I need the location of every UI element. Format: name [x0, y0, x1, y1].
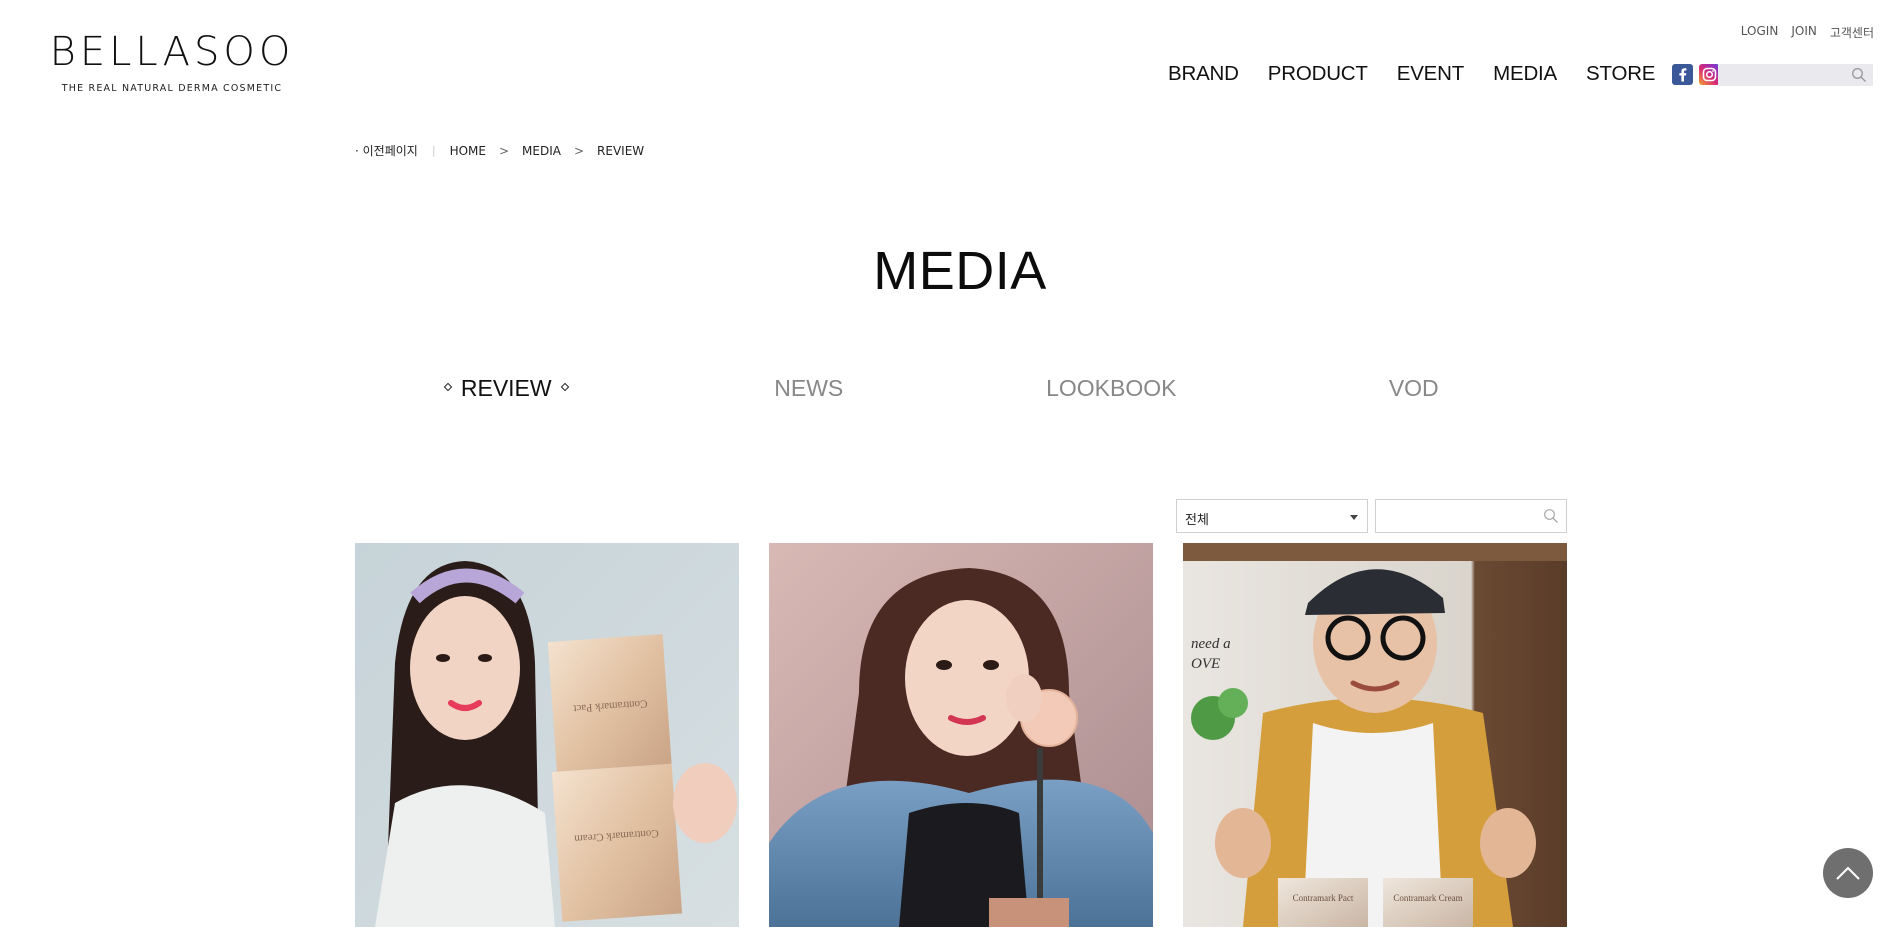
breadcrumb-separator: > [498, 143, 510, 158]
media-tabs: REVIEW NEWS LOOKBOOK VOD [355, 375, 1565, 402]
nav-product[interactable]: PRODUCT [1268, 62, 1368, 86]
breadcrumb-home[interactable]: HOME [450, 144, 486, 158]
wall-text: need a [1191, 636, 1231, 652]
tab-vod[interactable]: VOD [1263, 375, 1566, 402]
tab-lookbook-label: LOOKBOOK [1046, 375, 1177, 401]
product-label: Contramark Cream [1393, 893, 1462, 903]
tab-vod-label: VOD [1388, 375, 1439, 401]
diamond-icon [560, 382, 569, 392]
join-link[interactable]: JOIN [1791, 24, 1817, 41]
review-search-input[interactable] [1376, 500, 1526, 530]
main-nav: BRAND PRODUCT EVENT MEDIA STORE [1168, 62, 1748, 86]
wall-text: OVE [1191, 656, 1220, 672]
facebook-icon[interactable] [1672, 63, 1694, 85]
tab-news[interactable]: NEWS [658, 375, 961, 402]
breadcrumb-divider: | [431, 144, 436, 157]
login-link[interactable]: LOGIN [1741, 24, 1779, 41]
page-title-text: MEDIA [873, 241, 1047, 301]
review-photo-2 [769, 543, 1153, 927]
review-card-1[interactable]: Contramark Pact Contramark Cream [355, 543, 739, 927]
breadcrumb-review: REVIEW [597, 143, 645, 158]
product-label: Contramark Pact [1293, 893, 1354, 903]
chevron-up-icon [1836, 866, 1860, 880]
nav-store[interactable]: STORE [1586, 62, 1655, 86]
chevron-down-icon [1350, 515, 1358, 520]
logo-wordmark: BELLASOO [49, 29, 295, 75]
review-search-field[interactable] [1375, 499, 1567, 533]
brand-logo[interactable]: BELLASOO THE REAL NATURAL DERMA COSMETIC [47, 30, 297, 94]
page-title: MEDIA [0, 240, 1902, 302]
breadcrumb: · 이전페이지 | HOME > MEDIA > REVIEW [355, 142, 644, 159]
breadcrumb-separator: > [573, 143, 585, 158]
logo-tagline: THE REAL NATURAL DERMA COSMETIC [61, 83, 283, 94]
review-card-2[interactable] [769, 543, 1153, 927]
nav-brand[interactable]: BRAND [1168, 62, 1239, 86]
search-icon[interactable] [1851, 67, 1867, 87]
nav-media[interactable]: MEDIA [1493, 62, 1557, 86]
breadcrumb-media[interactable]: MEDIA [522, 144, 561, 158]
tab-review-label: REVIEW [460, 375, 552, 401]
tab-lookbook[interactable]: LOOKBOOK [960, 375, 1263, 402]
scroll-top-button[interactable] [1823, 848, 1873, 898]
review-photo-3: need a OVE Contramark Pact Contramark Cr… [1183, 543, 1567, 927]
tab-review[interactable]: REVIEW [355, 375, 658, 402]
review-card-3[interactable]: need a OVE Contramark Pact Contramark Cr… [1183, 543, 1567, 927]
header-search-field[interactable] [1718, 64, 1873, 86]
tab-news-label: NEWS [774, 375, 844, 401]
category-select[interactable]: 전체 [1176, 499, 1368, 533]
customer-center-link[interactable]: 고객센터 [1830, 24, 1874, 41]
diamond-icon [443, 382, 453, 392]
utility-links: LOGIN JOIN 고객센터 [1741, 24, 1874, 41]
category-select-value: 전체 [1185, 513, 1209, 528]
nav-event[interactable]: EVENT [1397, 62, 1465, 86]
previous-page-link[interactable]: · 이전페이지 [355, 142, 418, 159]
search-icon[interactable] [1543, 508, 1559, 528]
review-photo-1: Contramark Pact Contramark Cream [355, 543, 739, 927]
